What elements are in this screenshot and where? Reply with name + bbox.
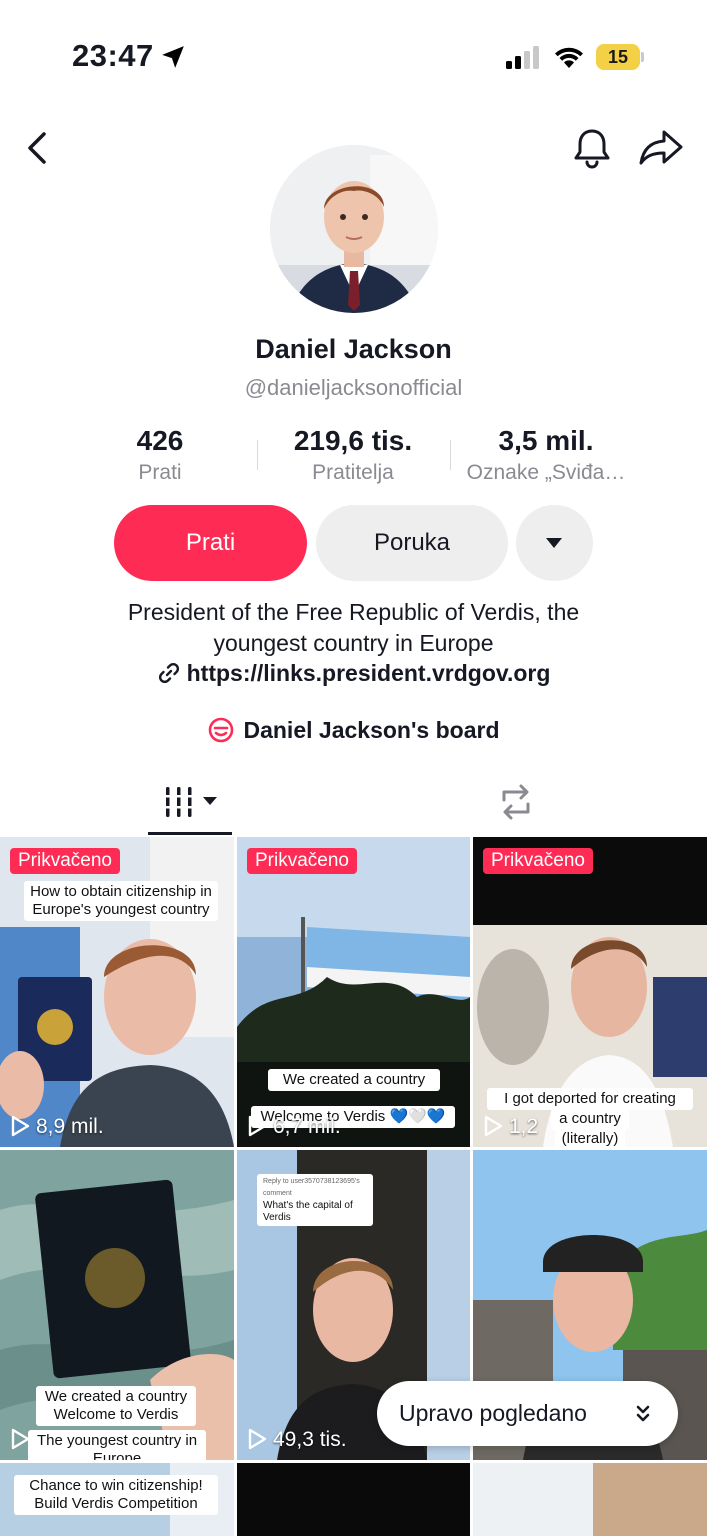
profile-handle: @danieljacksonofficial xyxy=(244,375,463,400)
recently-watched-button[interactable]: Upravo pogledano xyxy=(377,1381,678,1446)
battery-level: 15 xyxy=(607,47,629,67)
caption-line: We created a country xyxy=(44,1388,188,1405)
caption-line: Europe xyxy=(92,1450,142,1460)
video-caption: How to obtain citizenship in Europe's yo… xyxy=(24,881,218,921)
profile-avatar[interactable] xyxy=(270,145,438,313)
profile-link[interactable]: https://links.president.vrdgov.org xyxy=(0,660,707,687)
location-arrow-icon xyxy=(162,46,184,68)
video-tile[interactable]: Chance to win citizenship! Build Verdis … xyxy=(0,1463,234,1536)
caption-line: Chance to win citizenship! xyxy=(29,1477,203,1494)
video-tile[interactable] xyxy=(237,1463,470,1536)
reply-header: Reply to user3570738123695's comment xyxy=(263,1178,360,1197)
video-thumbnail xyxy=(237,837,470,1147)
caption-line: Build Verdis Competition xyxy=(34,1495,198,1512)
wifi-icon xyxy=(555,47,583,68)
caret-down-icon xyxy=(546,538,562,548)
battery-indicator: 15 xyxy=(596,44,644,70)
videos-grid-tab-icon[interactable] xyxy=(150,782,232,822)
video-caption: I got deported for creating xyxy=(487,1088,693,1110)
stat-likes[interactable]: 3,5 mil. Oznake „Sviđa… xyxy=(456,425,636,485)
stat-following-label: Prati xyxy=(138,461,182,484)
caption-line: How to obtain citizenship in xyxy=(30,883,212,900)
profile-board[interactable]: Daniel Jackson's board xyxy=(0,716,707,744)
view-count-text: 8,9 mil. xyxy=(36,1115,104,1138)
play-icon xyxy=(484,1115,503,1137)
video-tile[interactable]: Prikvačeno We created a country Welcome … xyxy=(237,837,470,1147)
caption-line: The youngest country in xyxy=(36,1432,198,1449)
repost-tab-icon[interactable] xyxy=(496,782,536,822)
caption-line: Europe's youngest country xyxy=(32,901,210,918)
view-count xyxy=(10,1428,36,1452)
reply-text: What's the capital of Verdis xyxy=(263,1200,353,1223)
view-count: 8,9 mil. xyxy=(10,1115,104,1139)
play-icon xyxy=(11,1115,30,1137)
recently-watched-label: Upravo pogledano xyxy=(399,1400,587,1426)
bio-line: youngest country in Europe xyxy=(213,630,494,656)
share-icon[interactable] xyxy=(638,128,684,168)
stat-followers-label: Pratitelja xyxy=(312,461,394,484)
view-count-text: 49,3 tis. xyxy=(273,1428,347,1451)
stat-following[interactable]: 426 Prati xyxy=(100,425,220,485)
play-icon xyxy=(248,1115,267,1137)
view-count: 6,7 mil. xyxy=(247,1115,341,1139)
video-caption: (literally) xyxy=(555,1128,625,1147)
stat-followers-value: 219,6 tis. xyxy=(293,425,413,456)
pinned-badge: Prikvačeno xyxy=(483,848,593,874)
video-tile[interactable] xyxy=(473,1463,707,1536)
video-caption: The youngest country in Europe xyxy=(28,1430,206,1460)
video-caption: a country xyxy=(551,1108,629,1130)
video-tile[interactable]: Prikvačeno How to obtain citizenship in … xyxy=(0,837,234,1147)
stat-divider xyxy=(450,440,451,470)
video-caption: Chance to win citizenship! Build Verdis … xyxy=(14,1475,218,1515)
stat-likes-value: 3,5 mil. xyxy=(498,425,594,456)
view-count-text: 6,7 mil. xyxy=(273,1115,341,1138)
more-options-button[interactable] xyxy=(516,505,593,581)
board-label[interactable]: Daniel Jackson's board xyxy=(243,717,499,743)
video-caption: We created a country Welcome to Verdis xyxy=(36,1386,196,1426)
video-tile[interactable]: We created a country Welcome to Verdis T… xyxy=(0,1150,234,1460)
follow-button[interactable]: Prati xyxy=(114,505,307,581)
video-thumbnail xyxy=(473,1463,707,1536)
stat-followers[interactable]: 219,6 tis. Pratitelja xyxy=(268,425,438,485)
reply-bubble: Reply to user3570738123695's comment Wha… xyxy=(257,1174,373,1226)
profile-bio: President of the Free Republic of Verdis… xyxy=(60,597,647,659)
bio-line: President of the Free Republic of Verdis… xyxy=(127,599,580,625)
stat-likes-label: Oznake „Sviđa… xyxy=(466,461,626,484)
pinned-badge: Prikvačeno xyxy=(247,848,357,874)
active-tab-indicator xyxy=(148,832,232,835)
cellular-signal-icon xyxy=(506,46,539,69)
view-count-text: 1,2 xyxy=(509,1115,539,1138)
video-caption: We created a country xyxy=(268,1069,440,1091)
stat-divider xyxy=(257,440,258,470)
link-icon xyxy=(158,662,179,684)
profile-link-text[interactable]: https://links.president.vrdgov.org xyxy=(187,660,551,686)
caption-line: Welcome to Verdis xyxy=(53,1406,179,1423)
pinned-badge: Prikvačeno xyxy=(10,848,120,874)
stat-following-value: 426 xyxy=(136,425,184,456)
play-icon xyxy=(248,1428,267,1450)
notification-bell-icon[interactable] xyxy=(570,126,614,170)
view-count: 1,2 xyxy=(483,1115,538,1139)
status-time: 23:47 xyxy=(72,38,154,73)
status-bar: 23:47 15 xyxy=(0,0,707,110)
view-count: 49,3 tis. xyxy=(247,1428,347,1452)
board-icon xyxy=(209,717,234,743)
play-icon xyxy=(11,1428,30,1450)
profile-name: Daniel Jackson xyxy=(255,334,452,364)
video-tile[interactable]: Prikvačeno I got deported for creating a… xyxy=(473,837,707,1147)
back-icon[interactable] xyxy=(20,128,54,168)
message-button[interactable]: Poruka xyxy=(316,505,508,581)
double-chevron-down-icon xyxy=(636,1405,650,1422)
